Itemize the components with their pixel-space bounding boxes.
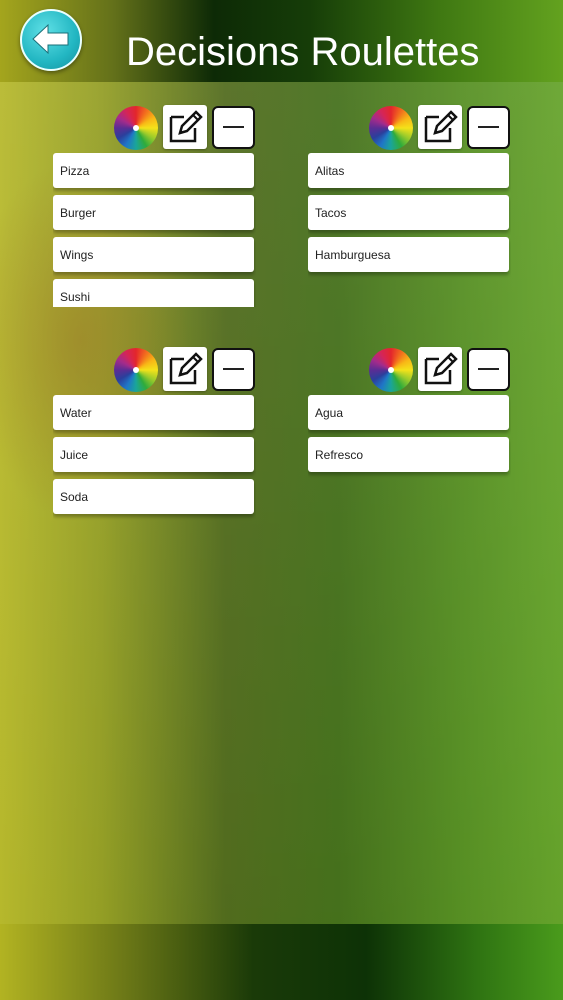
item-label: Juice <box>60 448 89 462</box>
edit-pencil-icon <box>424 110 458 143</box>
remove-button[interactable] <box>467 106 510 149</box>
list-item[interactable]: Soda <box>53 479 254 514</box>
roulette-toolbar <box>308 104 511 150</box>
roulette-card: Pizza Burger Wings Sushi <box>53 104 256 307</box>
list-item[interactable]: Burger <box>53 195 254 230</box>
bottom-bar <box>0 924 563 1000</box>
color-wheel-icon[interactable] <box>114 348 158 392</box>
roulette-card: Alitas Tacos Hamburguesa <box>308 104 511 279</box>
item-label: Soda <box>60 490 89 504</box>
roulette-card: Agua Refresco <box>308 346 511 479</box>
item-label: Wings <box>60 248 94 262</box>
edit-pencil-icon <box>169 110 203 143</box>
roulette-card: Water Juice Soda <box>53 346 256 521</box>
list-item[interactable]: Tacos <box>308 195 509 230</box>
item-label: Water <box>60 406 92 420</box>
list-item[interactable]: Agua <box>308 395 509 430</box>
item-label: Burger <box>60 206 97 220</box>
item-label: Agua <box>315 406 344 420</box>
roulette-toolbar <box>53 346 256 392</box>
remove-button[interactable] <box>467 348 510 391</box>
item-label: Refresco <box>315 448 364 462</box>
back-arrow-icon <box>32 23 69 55</box>
list-item[interactable]: Sushi <box>53 279 254 307</box>
item-label: Hamburguesa <box>315 248 391 262</box>
list-item[interactable]: Hamburguesa <box>308 237 509 272</box>
list-item[interactable]: Wings <box>53 237 254 272</box>
roulette-item-list: Pizza Burger Wings Sushi <box>53 150 256 307</box>
color-wheel-icon[interactable] <box>114 106 158 150</box>
edit-button[interactable] <box>418 347 462 391</box>
back-button[interactable] <box>20 9 82 71</box>
color-wheel-icon[interactable] <box>369 348 413 392</box>
edit-button[interactable] <box>418 105 462 149</box>
roulette-item-list: Water Juice Soda <box>53 392 256 521</box>
item-label: Alitas <box>315 164 345 178</box>
roulette-item-list: Alitas Tacos Hamburguesa <box>308 150 511 279</box>
list-item[interactable]: Alitas <box>308 153 509 188</box>
item-label: Tacos <box>315 206 347 220</box>
page-title: Decisions Roulettes <box>126 30 480 74</box>
item-label: Sushi <box>60 290 91 304</box>
list-item[interactable]: Pizza <box>53 153 254 188</box>
roulette-toolbar <box>53 104 256 150</box>
list-item[interactable]: Juice <box>53 437 254 472</box>
edit-button[interactable] <box>163 105 207 149</box>
item-label: Pizza <box>60 164 90 178</box>
list-item[interactable]: Refresco <box>308 437 509 472</box>
edit-button[interactable] <box>163 347 207 391</box>
roulette-item-list: Agua Refresco <box>308 392 511 479</box>
color-wheel-icon[interactable] <box>369 106 413 150</box>
remove-button[interactable] <box>212 106 255 149</box>
edit-pencil-icon <box>169 352 203 385</box>
roulette-toolbar <box>308 346 511 392</box>
edit-pencil-icon <box>424 352 458 385</box>
remove-button[interactable] <box>212 348 255 391</box>
list-item[interactable]: Water <box>53 395 254 430</box>
